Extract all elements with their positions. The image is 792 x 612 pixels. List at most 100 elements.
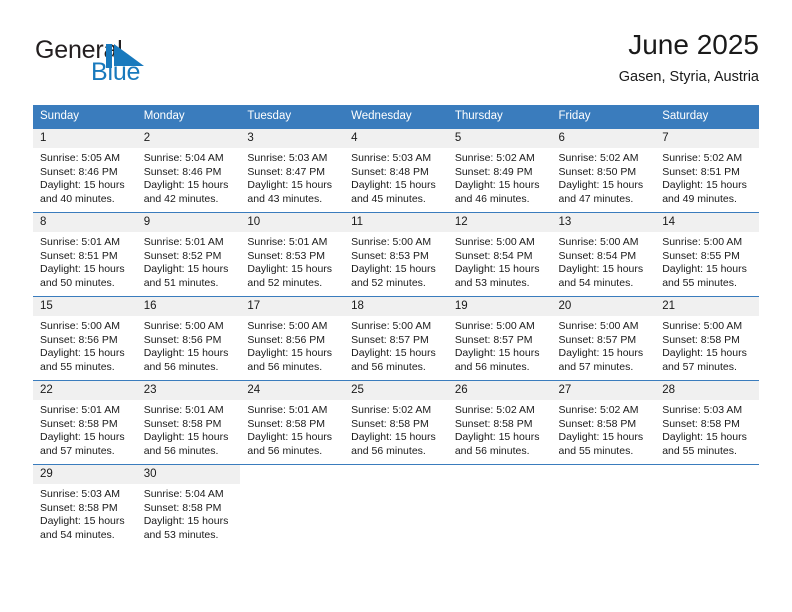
day-number	[552, 465, 656, 484]
calendar-day-cell[interactable]: 14 Sunrise: 5:00 AM Sunset: 8:55 PM Dayligh…	[655, 212, 759, 297]
calendar-day-cell[interactable]: 27 Sunrise: 5:02 AM Sunset: 8:58 PM Dayligh…	[551, 380, 656, 465]
weekday-header-wednesday: Wednesday	[344, 105, 448, 129]
calendar-day-cell[interactable]: 9 Sunrise: 5:01 AM Sunset: 8:52 PM Daylight…	[136, 212, 241, 297]
sunset-time: Sunset: 8:58 PM	[143, 417, 222, 430]
day-details: Sunrise: 5:01 AM Sunset: 8:52 PM Daylight:…	[137, 232, 241, 290]
sunset-time: Sunset: 8:56 PM	[143, 333, 222, 346]
day-cell-inner: 10 Sunrise: 5:01 AM Sunset: 8:53 PM Dayligh…	[240, 213, 345, 296]
sunset-time: Sunset: 8:58 PM	[662, 417, 740, 430]
day-cell-inner: 4 Sunrise: 5:03 AM Sunset: 8:48 PM Daylight…	[344, 129, 448, 212]
calendar-day-cell[interactable]: 1 Sunrise: 5:05 AM Sunset: 8:46 PM Daylight…	[33, 128, 137, 213]
daylight-duration-line2: and 53 minutes.	[143, 528, 219, 541]
day-details	[344, 484, 448, 488]
calendar-day-cell[interactable]: 19 Sunrise: 5:00 AM Sunset: 8:57 PM Dayligh…	[447, 296, 552, 381]
calendar-empty-cell	[447, 464, 552, 548]
calendar-day-cell[interactable]: 28 Sunrise: 5:03 AM Sunset: 8:58 PM Dayligh…	[655, 380, 759, 465]
calendar-empty-cell	[240, 464, 345, 548]
day-details: Sunrise: 5:02 AM Sunset: 8:58 PM Daylight:…	[448, 400, 552, 458]
calendar-day-cell[interactable]: 30 Sunrise: 5:04 AM Sunset: 8:58 PM Dayligh…	[136, 464, 241, 548]
location-subtitle: Gasen, Styria, Austria	[618, 69, 759, 85]
daylight-duration-line2: and 56 minutes.	[351, 444, 426, 457]
calendar-day-cell[interactable]: 6 Sunrise: 5:02 AM Sunset: 8:50 PM Daylight…	[551, 128, 656, 213]
calendar-day-cell[interactable]: 29 Sunrise: 5:03 AM Sunset: 8:58 PM Dayligh…	[33, 464, 137, 548]
day-number	[344, 465, 448, 484]
sunrise-time: Sunrise: 5:00 AM	[558, 236, 639, 248]
sunset-time: Sunset: 8:56 PM	[40, 333, 118, 346]
day-details: Sunrise: 5:03 AM Sunset: 8:47 PM Daylight:…	[240, 148, 344, 206]
calendar-day-cell[interactable]: 4 Sunrise: 5:03 AM Sunset: 8:48 PM Daylight…	[344, 128, 448, 213]
daylight-duration-line2: and 56 minutes.	[454, 360, 530, 373]
daylight-duration-line2: and 55 minutes.	[662, 276, 737, 289]
calendar-day-cell[interactable]: 10 Sunrise: 5:01 AM Sunset: 8:53 PM Dayligh…	[240, 212, 345, 297]
daylight-duration-line1: Daylight: 15 hours	[247, 431, 333, 444]
page-title: June 2025	[628, 29, 759, 60]
calendar-day-cell[interactable]: 15 Sunrise: 5:00 AM Sunset: 8:56 PM Dayligh…	[33, 296, 137, 381]
day-number: 7	[655, 129, 759, 148]
day-cell-inner: 24 Sunrise: 5:01 AM Sunset: 8:58 PM Dayligh…	[240, 381, 345, 464]
sunset-time: Sunset: 8:55 PM	[662, 249, 740, 262]
calendar-day-cell[interactable]: 11 Sunrise: 5:00 AM Sunset: 8:53 PM Dayligh…	[344, 212, 448, 297]
brand-logo[interactable]: General Blue	[33, 36, 263, 92]
daylight-duration-line1: Daylight: 15 hours	[558, 431, 644, 444]
day-details: Sunrise: 5:03 AM Sunset: 8:48 PM Daylight:…	[344, 148, 448, 206]
daylight-duration-line2: and 56 minutes.	[247, 444, 323, 457]
calendar-day-cell[interactable]: 21 Sunrise: 5:00 AM Sunset: 8:58 PM Dayligh…	[655, 296, 759, 381]
day-number	[448, 465, 552, 484]
calendar-empty-cell	[344, 464, 448, 548]
calendar-day-cell[interactable]: 13 Sunrise: 5:00 AM Sunset: 8:54 PM Dayligh…	[551, 212, 656, 297]
day-number: 10	[240, 213, 345, 232]
sunrise-time: Sunrise: 5:02 AM	[558, 152, 639, 164]
day-details: Sunrise: 5:03 AM Sunset: 8:58 PM Daylight:…	[655, 400, 759, 458]
daylight-duration-line1: Daylight: 15 hours	[143, 347, 229, 360]
day-cell-inner: 26 Sunrise: 5:02 AM Sunset: 8:58 PM Dayligh…	[447, 381, 552, 464]
daylight-duration-line2: and 52 minutes.	[351, 276, 426, 289]
daylight-duration-line1: Daylight: 15 hours	[40, 263, 125, 276]
sunrise-time: Sunrise: 5:00 AM	[351, 236, 432, 248]
calendar-day-cell[interactable]: 17 Sunrise: 5:00 AM Sunset: 8:56 PM Dayligh…	[240, 296, 345, 381]
day-details: Sunrise: 5:01 AM Sunset: 8:58 PM Daylight:…	[137, 400, 241, 458]
day-number: 14	[655, 213, 759, 232]
day-number: 3	[240, 129, 345, 148]
calendar-day-cell[interactable]: 26 Sunrise: 5:02 AM Sunset: 8:58 PM Dayligh…	[447, 380, 552, 465]
day-details	[552, 484, 656, 488]
sunset-time: Sunset: 8:58 PM	[247, 417, 326, 430]
calendar-day-cell[interactable]: 23 Sunrise: 5:01 AM Sunset: 8:58 PM Dayligh…	[136, 380, 241, 465]
daylight-duration-line1: Daylight: 15 hours	[351, 263, 436, 276]
calendar-day-cell[interactable]: 7 Sunrise: 5:02 AM Sunset: 8:51 PM Daylight…	[655, 128, 759, 213]
daylight-duration-line2: and 47 minutes.	[558, 192, 634, 205]
calendar-day-cell[interactable]: 2 Sunrise: 5:04 AM Sunset: 8:46 PM Daylight…	[136, 128, 241, 213]
weekday-header-saturday: Saturday	[655, 105, 759, 129]
day-number: 8	[33, 213, 137, 232]
sunrise-time: Sunrise: 5:02 AM	[351, 404, 432, 416]
calendar-day-cell[interactable]: 24 Sunrise: 5:01 AM Sunset: 8:58 PM Dayligh…	[240, 380, 345, 465]
day-details: Sunrise: 5:00 AM Sunset: 8:56 PM Daylight:…	[33, 316, 137, 374]
calendar-day-cell[interactable]: 12 Sunrise: 5:00 AM Sunset: 8:54 PM Dayligh…	[447, 212, 552, 297]
calendar-day-cell[interactable]: 25 Sunrise: 5:02 AM Sunset: 8:58 PM Dayligh…	[344, 380, 448, 465]
calendar-day-cell[interactable]: 8 Sunrise: 5:01 AM Sunset: 8:51 PM Daylight…	[33, 212, 137, 297]
sunset-time: Sunset: 8:58 PM	[454, 417, 533, 430]
daylight-duration-line1: Daylight: 15 hours	[662, 347, 747, 360]
daylight-duration-line2: and 46 minutes.	[454, 192, 530, 205]
day-cell-inner: 18 Sunrise: 5:00 AM Sunset: 8:57 PM Dayligh…	[344, 297, 448, 380]
calendar-day-cell[interactable]: 3 Sunrise: 5:03 AM Sunset: 8:47 PM Daylight…	[240, 128, 345, 213]
calendar-day-cell[interactable]: 16 Sunrise: 5:00 AM Sunset: 8:56 PM Dayligh…	[136, 296, 241, 381]
daylight-duration-line1: Daylight: 15 hours	[143, 431, 229, 444]
sunset-time: Sunset: 8:58 PM	[40, 501, 118, 514]
day-cell-inner	[448, 465, 552, 548]
sunrise-time: Sunrise: 5:02 AM	[558, 404, 639, 416]
sunrise-time: Sunrise: 5:01 AM	[247, 404, 328, 416]
daylight-duration-line2: and 54 minutes.	[40, 528, 115, 541]
calendar-day-cell[interactable]: 22 Sunrise: 5:01 AM Sunset: 8:58 PM Dayligh…	[33, 380, 137, 465]
daylight-duration-line1: Daylight: 15 hours	[143, 263, 229, 276]
weekday-header-tuesday: Tuesday	[240, 105, 345, 129]
day-number: 9	[136, 213, 241, 232]
sunrise-time: Sunrise: 5:00 AM	[454, 236, 535, 248]
daylight-duration-line2: and 57 minutes.	[558, 360, 634, 373]
daylight-duration-line2: and 45 minutes.	[351, 192, 426, 205]
day-number: 25	[344, 381, 448, 400]
calendar-day-cell[interactable]: 5 Sunrise: 5:02 AM Sunset: 8:49 PM Daylight…	[447, 128, 552, 213]
daylight-duration-line2: and 57 minutes.	[662, 360, 737, 373]
calendar-day-cell[interactable]: 20 Sunrise: 5:00 AM Sunset: 8:57 PM Dayligh…	[551, 296, 656, 381]
calendar-day-cell[interactable]: 18 Sunrise: 5:00 AM Sunset: 8:57 PM Dayligh…	[344, 296, 448, 381]
sunset-time: Sunset: 8:54 PM	[558, 249, 637, 262]
